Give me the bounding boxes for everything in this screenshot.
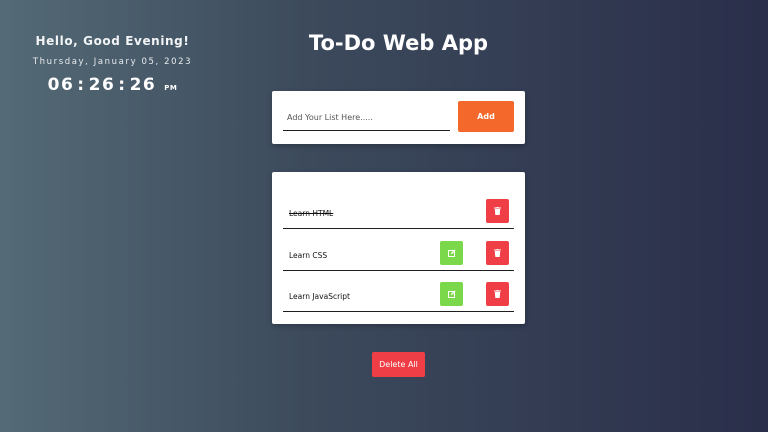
clock-panel: Hello, Good Evening! Thursday, January 0…	[10, 34, 215, 95]
todo-item: Learn JavaScript	[283, 282, 514, 312]
app-title: To-Do Web App	[308, 31, 489, 55]
time-separator: :	[77, 75, 86, 95]
todo-item: Learn CSS	[283, 241, 514, 271]
todo-list: Learn HTML Learn CSS Learn JavaScript	[272, 172, 525, 324]
trash-icon	[494, 249, 501, 257]
trash-icon	[494, 290, 501, 298]
current-time: 06 : 26 : 26 PM	[10, 75, 215, 95]
current-date: Thursday, January 05, 2023	[32, 57, 193, 67]
todo-text: Learn HTML	[289, 209, 334, 218]
delete-item-button[interactable]	[486, 199, 509, 223]
time-meridiem: PM	[164, 84, 178, 92]
time-seconds: 26	[129, 75, 157, 95]
time-hours: 06	[47, 75, 75, 95]
delete-item-button[interactable]	[486, 241, 509, 265]
todo-text: Learn CSS	[289, 251, 328, 260]
time-minutes: 26	[88, 75, 116, 95]
trash-icon	[494, 207, 501, 215]
todo-text: Learn JavaScript	[289, 292, 350, 301]
greeting: Hello, Good Evening!	[35, 34, 190, 48]
delete-item-button[interactable]	[486, 282, 509, 306]
todo-item: Learn HTML	[283, 199, 514, 229]
edit-item-button[interactable]	[440, 282, 463, 306]
todo-input[interactable]	[283, 105, 450, 131]
edit-icon	[447, 290, 456, 298]
add-button[interactable]: Add	[458, 101, 514, 132]
delete-all-button[interactable]: Delete All	[372, 352, 425, 377]
input-card: Add	[272, 91, 525, 144]
edit-icon	[447, 249, 456, 257]
time-separator: :	[118, 75, 127, 95]
edit-item-button[interactable]	[440, 241, 463, 265]
